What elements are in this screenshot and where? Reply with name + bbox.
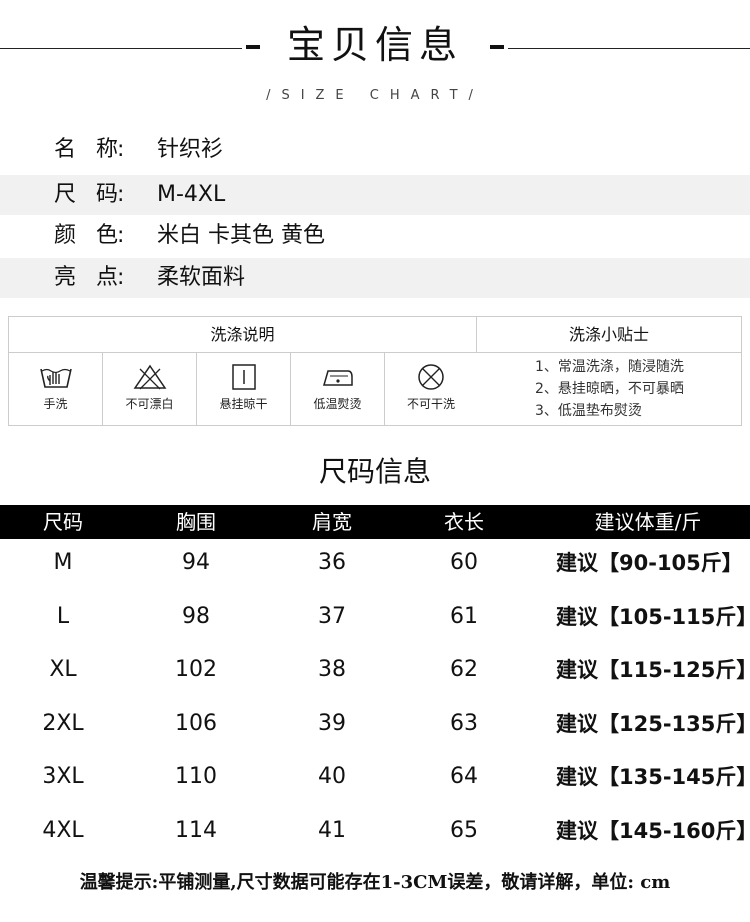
wash-symbol-cell: 悬挂晾干 — [197, 353, 291, 425]
table-row: L 98 37 61 建议【105-115斤】 — [0, 597, 750, 637]
wash-tip: 3、低温垫布熨烫 — [535, 403, 642, 419]
cell-shoulder: 39 — [318, 711, 346, 736]
cell-chest: 106 — [175, 711, 217, 736]
table-row: 2XL 106 39 63 建议【125-135斤】 — [0, 704, 750, 744]
cell-weight: 建议【145-160斤】 — [556, 819, 750, 843]
cell-length: 61 — [450, 604, 478, 629]
cell-size: M — [53, 550, 73, 575]
cell-chest: 114 — [175, 818, 217, 843]
wash-symbol-cell: 不可干洗 — [385, 353, 477, 425]
info-colon: : — [117, 223, 125, 248]
cell-weight: 建议【135-145斤】 — [556, 765, 750, 789]
header-dash-right — [490, 45, 504, 49]
page-subtitle: /SIZE CHART/ — [266, 88, 484, 103]
no-dry-clean-icon — [418, 364, 444, 390]
info-value: 针织衫 — [157, 137, 224, 162]
cell-chest: 94 — [182, 550, 210, 575]
wash-tips-heading: 洗涤小贴士 — [477, 317, 741, 353]
size-table-header: 尺码 胸围 肩宽 衣长 建议体重/斤 — [0, 505, 750, 539]
cell-shoulder: 38 — [318, 657, 346, 682]
cell-size: 4XL — [42, 818, 84, 843]
hang-dry-icon — [231, 364, 256, 390]
info-value: 柔软面料 — [157, 265, 246, 290]
cell-shoulder: 36 — [318, 550, 346, 575]
info-row-size: 尺码 : M-4XL — [0, 175, 750, 215]
info-label: 尺码 — [54, 182, 139, 207]
info-row-color: 颜色 : 米白 卡其色 黄色 — [0, 216, 750, 256]
column-header-size: 尺码 — [43, 510, 83, 534]
wash-tips: 1、常温洗涤，随浸随洗 2、悬挂晾晒，不可暴晒 3、低温垫布熨烫 — [477, 353, 741, 425]
info-colon: : — [117, 137, 125, 162]
table-row: 4XL 114 41 65 建议【145-160斤】 — [0, 811, 750, 851]
cell-size: 3XL — [42, 764, 84, 789]
cell-shoulder: 40 — [318, 764, 346, 789]
hand-wash-icon — [39, 368, 72, 388]
cell-chest: 110 — [175, 764, 217, 789]
wash-symbol-cell: 手洗 — [9, 353, 103, 425]
cell-length: 60 — [450, 550, 478, 575]
wash-symbol-label: 不可漂白 — [125, 397, 174, 411]
column-header-length: 衣长 — [444, 510, 484, 534]
info-colon: : — [117, 182, 125, 207]
cell-size: XL — [49, 657, 77, 682]
info-row-highlight: 亮点 : 柔软面料 — [0, 258, 750, 298]
cell-chest: 98 — [182, 604, 210, 629]
cell-length: 65 — [450, 818, 478, 843]
low-iron-icon — [322, 370, 353, 386]
column-header-chest: 胸围 — [176, 510, 216, 534]
info-row-name: 名称 : 针织衫 — [0, 130, 750, 170]
info-label: 名称 — [54, 137, 139, 162]
cell-shoulder: 37 — [318, 604, 346, 629]
cell-weight: 建议【105-115斤】 — [556, 605, 750, 629]
info-colon: : — [117, 265, 125, 290]
cell-length: 63 — [450, 711, 478, 736]
wash-tip: 1、常温洗涤，随浸随洗 — [535, 359, 684, 375]
wash-symbol-label: 手洗 — [43, 397, 68, 411]
wash-symbol-label: 低温熨烫 — [313, 397, 362, 411]
wash-symbol-cell: 低温熨烫 — [291, 353, 385, 425]
header-rule-right — [508, 48, 750, 49]
table-row: XL 102 38 62 建议【115-125斤】 — [0, 650, 750, 690]
cell-weight: 建议【90-105斤】 — [556, 551, 743, 575]
wash-instructions-table: 洗涤说明 洗涤小贴士 手洗 不可漂白 悬挂晾干 低温熨烫 不可干洗 1、常温洗涤… — [8, 316, 742, 426]
cell-length: 62 — [450, 657, 478, 682]
table-row: M 94 36 60 建议【90-105斤】 — [0, 543, 750, 583]
column-header-shoulder: 肩宽 — [312, 510, 352, 534]
wash-symbol-label: 悬挂晾干 — [219, 397, 268, 411]
cell-size: 2XL — [42, 711, 84, 736]
cell-chest: 102 — [175, 657, 217, 682]
cell-weight: 建议【115-125斤】 — [556, 658, 750, 682]
wash-heading: 洗涤说明 — [9, 317, 477, 353]
info-label: 颜色 — [54, 223, 139, 248]
cell-weight: 建议【125-135斤】 — [556, 712, 750, 736]
no-bleach-icon — [133, 364, 166, 390]
info-label: 亮点 — [54, 265, 139, 290]
cell-size: L — [56, 604, 70, 629]
cell-length: 64 — [450, 764, 478, 789]
measurement-note: 温馨提示:平铺测量,尺寸数据可能存在1-3CM误差，敬请详解，单位: cm — [79, 872, 671, 893]
table-row: 3XL 110 40 64 建议【135-145斤】 — [0, 757, 750, 797]
info-value: M-4XL — [157, 182, 226, 207]
size-chart-title: 尺码信息 — [318, 455, 431, 488]
wash-symbol-cell: 不可漂白 — [103, 353, 197, 425]
page-title: 宝贝信息 — [286, 23, 463, 67]
wash-symbol-label: 不可干洗 — [406, 397, 455, 411]
info-value: 米白 卡其色 黄色 — [157, 223, 325, 248]
column-header-weight: 建议体重/斤 — [594, 510, 702, 534]
wash-tip: 2、悬挂晾晒，不可暴晒 — [535, 381, 684, 397]
cell-shoulder: 41 — [318, 818, 346, 843]
